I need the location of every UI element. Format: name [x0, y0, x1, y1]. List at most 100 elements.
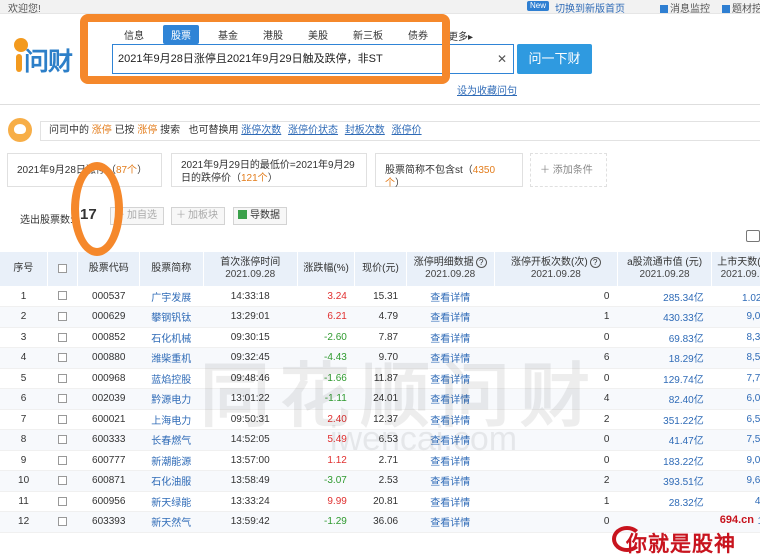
table-row[interactable]: 9 600777 新潮能源 13:57:00 1.12 2.71 查看详情 0 183.22亿 9…: [0, 450, 760, 471]
add-block-button[interactable]: ＋加板块: [171, 207, 225, 225]
stock-code[interactable]: 603393: [77, 511, 140, 533]
stock-code[interactable]: 600956: [77, 491, 140, 512]
select-all-checkbox[interactable]: [58, 263, 68, 273]
table-row[interactable]: 5 000968 蓝焰控股 09:48:46 -1.66 11.87 查看详情 0 129.74…: [0, 368, 760, 389]
stock-name-link[interactable]: 潍柴重机: [139, 347, 204, 369]
col-header-limit-detail[interactable]: 涨停明细数据? 2021.09.28: [406, 252, 495, 286]
view-detail-link[interactable]: 查看详情: [406, 429, 495, 451]
view-detail-link[interactable]: 查看详情: [406, 347, 495, 369]
row-checkbox[interactable]: [58, 414, 68, 424]
stock-name-link[interactable]: 石化机械: [139, 327, 204, 348]
hint-link-limit-price[interactable]: 涨停价: [392, 125, 422, 136]
thumbs-up-icon[interactable]: [746, 230, 760, 242]
clear-icon[interactable]: ✕: [497, 52, 507, 66]
view-detail-link[interactable]: 查看详情: [406, 450, 495, 471]
stock-name-link[interactable]: 蓝焰控股: [139, 368, 204, 389]
row-select[interactable]: [47, 491, 78, 512]
col-header-index[interactable]: 序号: [0, 252, 48, 286]
row-checkbox[interactable]: [58, 373, 68, 383]
stock-code[interactable]: 600777: [77, 450, 140, 471]
row-checkbox[interactable]: [58, 291, 68, 301]
table-row[interactable]: 11 600956 新天绿能 13:33:24 9.99 20.81 查看详情 1 28.32亿…: [0, 491, 760, 512]
col-header-first-limit-time[interactable]: 首次涨停时间 2021.09.28: [203, 252, 298, 286]
row-checkbox[interactable]: [58, 394, 68, 404]
topic-mining-link[interactable]: 题材挖掘: [722, 0, 760, 15]
view-detail-link[interactable]: 查看详情: [406, 306, 495, 328]
row-select[interactable]: [47, 306, 78, 328]
stock-code[interactable]: 000852: [77, 327, 140, 348]
row-select[interactable]: [47, 429, 78, 451]
view-detail-link[interactable]: 查看详情: [406, 491, 495, 512]
stock-code[interactable]: 600871: [77, 470, 140, 492]
row-select[interactable]: [47, 347, 78, 369]
view-detail-link[interactable]: 查看详情: [406, 511, 495, 533]
row-checkbox[interactable]: [58, 455, 68, 465]
more-tabs-link[interactable]: 更多▸: [448, 28, 473, 43]
table-row[interactable]: 4 000880 潍柴重机 09:32:45 -4.43 9.70 查看详情 6 18.29亿 8…: [0, 347, 760, 369]
view-detail-link[interactable]: 查看详情: [406, 470, 495, 492]
help-icon[interactable]: ?: [589, 256, 601, 268]
row-checkbox[interactable]: [58, 353, 68, 363]
help-icon[interactable]: ?: [475, 256, 487, 268]
hint-link-limit-count[interactable]: 涨停次数: [241, 125, 281, 136]
row-checkbox[interactable]: [58, 496, 68, 506]
row-select[interactable]: [47, 450, 78, 471]
hint-link-seal-count[interactable]: 封板次数: [345, 125, 385, 136]
stock-name-link[interactable]: 石化油服: [139, 470, 204, 492]
stock-code[interactable]: 000537: [77, 286, 140, 307]
table-row[interactable]: 10 600871 石化油服 13:58:49 -3.07 2.53 查看详情 2 393.51…: [0, 470, 760, 492]
view-detail-link[interactable]: 查看详情: [406, 368, 495, 389]
table-row[interactable]: 1 000537 广宇发展 14:33:18 3.24 15.31 查看详情 0 285.34亿…: [0, 286, 760, 307]
row-select[interactable]: [47, 327, 78, 348]
row-checkbox[interactable]: [58, 312, 68, 322]
stock-name-link[interactable]: 新潮能源: [139, 450, 204, 471]
col-header-listed-days[interactable]: 上市天数(天)2021.09.30: [711, 252, 760, 286]
hint-link-limit-status[interactable]: 涨停价状态: [288, 125, 338, 136]
stock-code[interactable]: 000968: [77, 368, 140, 389]
row-select[interactable]: [47, 368, 78, 389]
col-header-change-pct[interactable]: 涨跌幅(%): [297, 252, 356, 286]
stock-code[interactable]: 600333: [77, 429, 140, 451]
switch-homepage-link[interactable]: 切换到新版首页: [555, 0, 625, 15]
stock-name-link[interactable]: 长春燃气: [139, 429, 204, 451]
table-row[interactable]: 6 002039 黔源电力 13:01:22 -1.11 24.01 查看详情 4 82.40亿…: [0, 388, 760, 410]
export-data-button[interactable]: 导数据: [233, 207, 287, 225]
row-checkbox[interactable]: [58, 332, 68, 342]
table-row[interactable]: 2 000629 攀钢钒钛 13:29:01 6.21 4.79 查看详情 1 430.33亿 9…: [0, 306, 760, 328]
col-header-select-all[interactable]: [47, 252, 79, 286]
view-detail-link[interactable]: 查看详情: [406, 286, 495, 307]
row-checkbox[interactable]: [58, 435, 68, 445]
row-checkbox[interactable]: [58, 517, 68, 527]
stock-name-link[interactable]: 新天绿能: [139, 491, 204, 512]
bookmark-query-link[interactable]: 设为收藏问句: [457, 82, 517, 97]
stock-name-link[interactable]: 新天然气: [139, 511, 204, 533]
stock-code[interactable]: 600021: [77, 409, 140, 430]
col-header-float-mcap[interactable]: a股流通市值 (元) 2021.09.28: [617, 252, 713, 286]
condition-chip-no-st[interactable]: 股票简称不包含st（4350个）: [375, 153, 523, 189]
search-submit-button[interactable]: 问一下财: [517, 44, 592, 74]
row-select[interactable]: [47, 388, 78, 410]
row-select[interactable]: [47, 511, 78, 533]
row-select[interactable]: [47, 286, 78, 307]
view-detail-link[interactable]: 查看详情: [406, 388, 495, 410]
col-header-code[interactable]: 股票代码: [77, 252, 140, 286]
stock-code[interactable]: 002039: [77, 388, 140, 410]
stock-name-link[interactable]: 黔源电力: [139, 388, 204, 410]
stock-name-link[interactable]: 攀钢钒钛: [139, 306, 204, 328]
col-header-price[interactable]: 现价(元): [354, 252, 407, 286]
table-row[interactable]: 8 600333 长春燃气 14:52:05 5.49 6.53 查看详情 0 41.47亿 7,…: [0, 429, 760, 451]
stock-code[interactable]: 000880: [77, 347, 140, 369]
stock-code[interactable]: 000629: [77, 306, 140, 328]
row-select[interactable]: [47, 470, 78, 492]
view-detail-link[interactable]: 查看详情: [406, 327, 495, 348]
add-condition-button[interactable]: ＋ 添加条件: [530, 153, 607, 187]
condition-chip-limit-down[interactable]: 2021年9月29日的最低价=2021年9月29日的跌停价（121个）: [171, 153, 367, 187]
stock-name-link[interactable]: 广宇发展: [139, 286, 204, 307]
table-row[interactable]: 7 600021 上海电力 09:50:31 2.40 12.37 查看详情 2 351.22亿…: [0, 409, 760, 430]
col-header-open-count[interactable]: 涨停开板次数(次)? 2021.09.28: [494, 252, 618, 286]
table-row[interactable]: 3 000852 石化机械 09:30:15 -2.60 7.87 查看详情 0 69.83亿 8…: [0, 327, 760, 348]
stock-name-link[interactable]: 上海电力: [139, 409, 204, 430]
row-select[interactable]: [47, 409, 78, 430]
col-header-name[interactable]: 股票简称: [139, 252, 204, 286]
view-detail-link[interactable]: 查看详情: [406, 409, 495, 430]
